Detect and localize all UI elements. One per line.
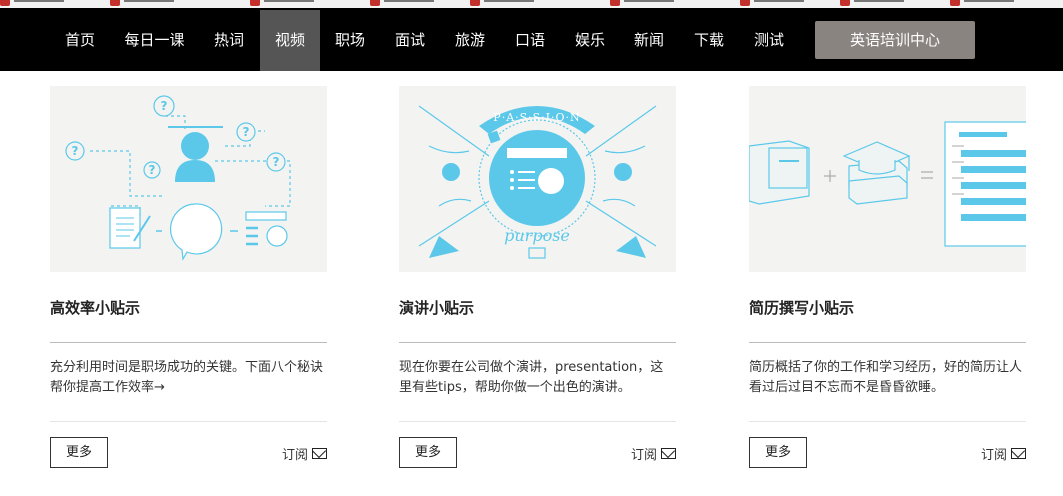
bookmark-fragment[interactable]	[840, 0, 910, 6]
passion-banner-text: P·A·S·S·I·O·N	[493, 111, 580, 124]
subscribe-label: 订阅	[980, 448, 1007, 463]
tip-card-presentation: P·A·S·S·I·O·N purpose 演讲小贴示 现在你要在公司做个演讲，…	[399, 86, 676, 468]
card-description: 简历概括了你的工作和学习经历，好的简历让人看过后过目不忘而不是昏昏欲睡。	[749, 360, 1023, 395]
nav-item-entertainment[interactable]: 娱乐	[560, 10, 620, 71]
bookmark-fragment[interactable]	[950, 0, 1020, 6]
card-title[interactable]: 演讲小贴示	[399, 297, 474, 318]
presentation-illustration[interactable]: P·A·S·S·I·O·N purpose	[399, 86, 676, 272]
bookmark-fragment[interactable]	[740, 0, 810, 6]
svg-text:?: ?	[149, 163, 156, 177]
nav-item-download[interactable]: 下载	[679, 10, 739, 71]
svg-text:?: ?	[72, 144, 79, 158]
training-center-button[interactable]: 英语培训中心	[815, 21, 975, 59]
bookmark-fragment[interactable]	[610, 0, 680, 6]
card-description: 充分利用时间是职场成功的关键。下面八个秘诀帮你提高工作效率→	[50, 360, 324, 395]
bookmark-fragment[interactable]	[470, 0, 540, 6]
mail-icon	[312, 448, 327, 459]
card-description: 现在你要在公司做个演讲，presentation，这里有些tips，帮助你做一个…	[399, 360, 664, 395]
resume-illustration[interactable]	[749, 86, 1026, 272]
nav-item-spoken[interactable]: 口语	[500, 10, 560, 71]
card-title[interactable]: 高效率小贴示	[50, 297, 140, 318]
svg-text:?: ?	[273, 155, 280, 169]
tip-card-efficiency: ? ? ? ? ? 高效率小贴示 充分利用时间是职场成功的关键。下面八个秘诀帮你…	[50, 86, 327, 468]
nav-item-travel[interactable]: 旅游	[440, 10, 500, 71]
more-button[interactable]: 更多	[399, 437, 457, 468]
bookmarks-bar-fragment	[0, 0, 1063, 8]
nav-item-hot-words[interactable]: 热词	[199, 10, 259, 71]
more-button[interactable]: 更多	[50, 437, 108, 468]
subscribe-label: 订阅	[281, 448, 308, 463]
svg-text:?: ?	[161, 99, 168, 113]
purpose-text: purpose	[504, 226, 570, 245]
efficiency-illustration[interactable]: ? ? ? ? ?	[50, 86, 327, 272]
divider	[50, 342, 327, 343]
bookmark-fragment[interactable]	[370, 0, 440, 6]
card-title[interactable]: 简历撰写小贴示	[749, 297, 854, 318]
tip-card-resume: 简历撰写小贴示 简历概括了你的工作和学习经历，好的简历让人看过后过目不忘而不是昏…	[749, 86, 1026, 468]
nav-item-daily-lesson[interactable]: 每日一课	[117, 10, 192, 71]
divider	[399, 342, 676, 343]
more-button[interactable]: 更多	[749, 437, 807, 468]
bookmark-fragment[interactable]	[110, 0, 180, 6]
subscribe-label: 订阅	[630, 448, 657, 463]
divider	[749, 421, 1026, 422]
divider	[50, 421, 327, 422]
divider	[749, 342, 1026, 343]
nav-item-video[interactable]: 视频	[260, 10, 320, 71]
nav-item-workplace[interactable]: 职场	[320, 10, 380, 71]
divider	[399, 421, 676, 422]
mail-icon	[661, 448, 676, 459]
subscribe-link[interactable]: 订阅	[631, 444, 676, 463]
mail-icon	[1011, 448, 1026, 459]
nav-item-home[interactable]: 首页	[50, 10, 110, 71]
bookmark-fragment[interactable]	[0, 0, 70, 6]
svg-text:?: ?	[243, 125, 250, 139]
nav-item-test[interactable]: 测试	[739, 10, 799, 71]
subscribe-link[interactable]: 订阅	[981, 444, 1026, 463]
nav-item-news[interactable]: 新闻	[619, 10, 679, 71]
subscribe-link[interactable]: 订阅	[282, 444, 327, 463]
main-navbar: 首页 每日一课 热词 视频 职场 面试 旅游 口语 娱乐 新闻 下载 测试 英语…	[0, 8, 1063, 71]
bookmark-fragment[interactable]	[250, 0, 320, 6]
nav-item-interview[interactable]: 面试	[380, 10, 440, 71]
